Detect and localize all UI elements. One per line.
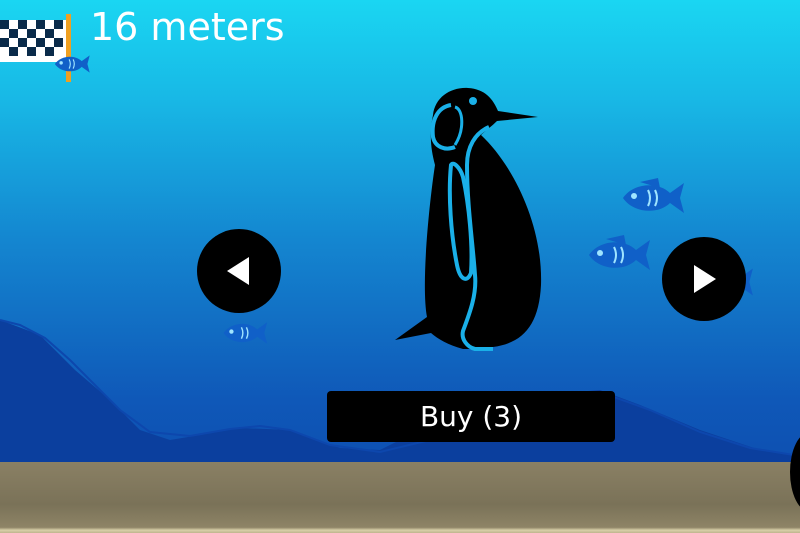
game-scene: 16 meters Buy (3) <box>0 0 800 533</box>
fish-icon <box>54 55 90 73</box>
fish-icon <box>223 322 268 344</box>
buy-button[interactable]: Buy (3) <box>327 391 615 442</box>
previous-character-button[interactable] <box>197 229 281 313</box>
arrow-right-icon <box>694 265 716 293</box>
arrow-left-icon <box>227 257 249 285</box>
distance-label: 16 meters <box>90 5 285 49</box>
sand-ground <box>0 462 800 533</box>
next-character-button[interactable] <box>662 237 746 321</box>
fish-icon <box>623 178 684 213</box>
fish-icon <box>589 235 650 270</box>
penguin-icon <box>395 87 542 351</box>
